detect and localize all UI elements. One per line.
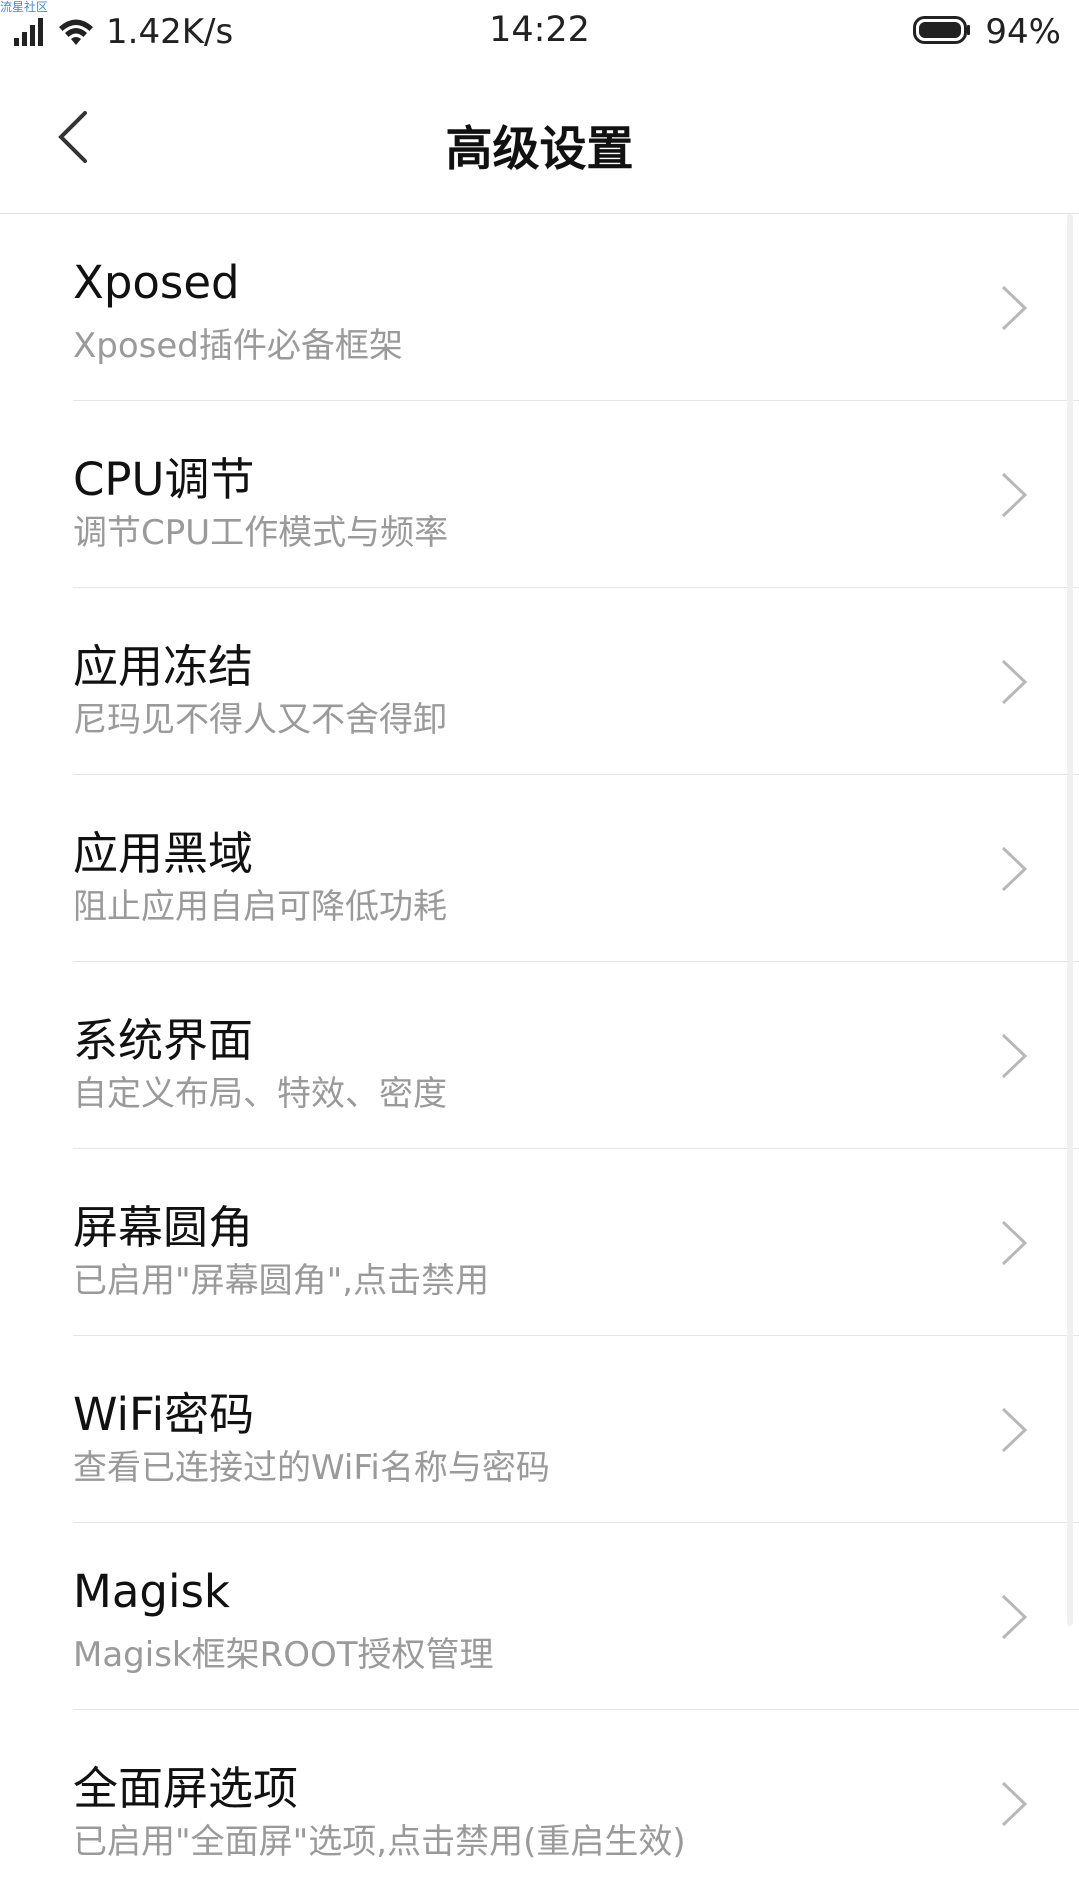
list-item-subtitle: 已启用"屏幕圆角",点击禁用 — [73, 1261, 490, 1301]
list-item-subtitle: 自定义布局、特效、密度 — [73, 1074, 447, 1114]
page-title: 高级设置 — [445, 122, 634, 177]
chevron-right-icon — [1001, 846, 1028, 892]
chevron-right-icon — [1001, 659, 1028, 705]
status-bar: 1.42K/s 14:22 94% — [0, 0, 1079, 64]
list-item-magisk[interactable]: Magisk Magisk框架ROOT授权管理 — [73, 1523, 1079, 1710]
list-item-title: 应用黑域 — [73, 827, 254, 880]
list-item-title: 全面屏选项 — [73, 1762, 299, 1815]
list-item-rounded-corners[interactable]: 屏幕圆角 已启用"屏幕圆角",点击禁用 — [73, 1149, 1079, 1336]
list-item-cpu[interactable]: CPU调节 调节CPU工作模式与频率 — [73, 401, 1079, 588]
list-item-subtitle: 尼玛见不得人又不舍得卸 — [73, 700, 447, 740]
list-item-xposed[interactable]: Xposed Xposed插件必备框架 — [73, 214, 1079, 401]
chevron-right-icon — [1001, 472, 1028, 518]
chevron-right-icon — [1001, 1781, 1028, 1827]
list-item-title: 系统界面 — [73, 1014, 254, 1067]
list-item-system-ui[interactable]: 系统界面 自定义布局、特效、密度 — [73, 962, 1079, 1149]
battery-percent: 94% — [985, 12, 1061, 52]
list-item-title: 应用冻结 — [73, 640, 254, 693]
list-item-title: CPU调节 — [73, 453, 255, 506]
chevron-right-icon — [1001, 1220, 1028, 1266]
scrollbar[interactable] — [1067, 214, 1073, 1626]
list-item-subtitle: 阻止应用自启可降低功耗 — [73, 887, 447, 927]
list-item-wifi-password[interactable]: WiFi密码 查看已连接过的WiFi名称与密码 — [73, 1336, 1079, 1523]
list-item-title: Magisk — [73, 1565, 230, 1618]
list-item-subtitle: Magisk框架ROOT授权管理 — [73, 1635, 494, 1675]
list-item-subtitle: 调节CPU工作模式与频率 — [73, 513, 449, 553]
list-item-title: Xposed — [73, 256, 240, 309]
list-item-title: 屏幕圆角 — [73, 1201, 254, 1254]
list-item-subtitle: Xposed插件必备框架 — [73, 326, 403, 366]
list-item-app-freeze[interactable]: 应用冻结 尼玛见不得人又不舍得卸 — [73, 588, 1079, 775]
list-item-subtitle: 已启用"全面屏"选项,点击禁用(重启生效) — [73, 1822, 686, 1862]
list-item-title: WiFi密码 — [73, 1388, 255, 1441]
title-bar: 高级设置 — [0, 64, 1079, 214]
battery-icon — [913, 16, 971, 48]
list-item-app-blackdomain[interactable]: 应用黑域 阻止应用自启可降低功耗 — [73, 775, 1079, 962]
list-item-fullscreen-options[interactable]: 全面屏选项 已启用"全面屏"选项,点击禁用(重启生效) — [73, 1710, 1079, 1896]
status-right: 94% — [913, 12, 1061, 52]
settings-list: Xposed Xposed插件必备框架 CPU调节 调节CPU工作模式与频率 应… — [0, 214, 1079, 1896]
chevron-right-icon — [1001, 285, 1028, 331]
chevron-right-icon — [1001, 1033, 1028, 1079]
chevron-right-icon — [1001, 1594, 1028, 1640]
list-item-subtitle: 查看已连接过的WiFi名称与密码 — [73, 1448, 550, 1488]
chevron-right-icon — [1001, 1407, 1028, 1453]
